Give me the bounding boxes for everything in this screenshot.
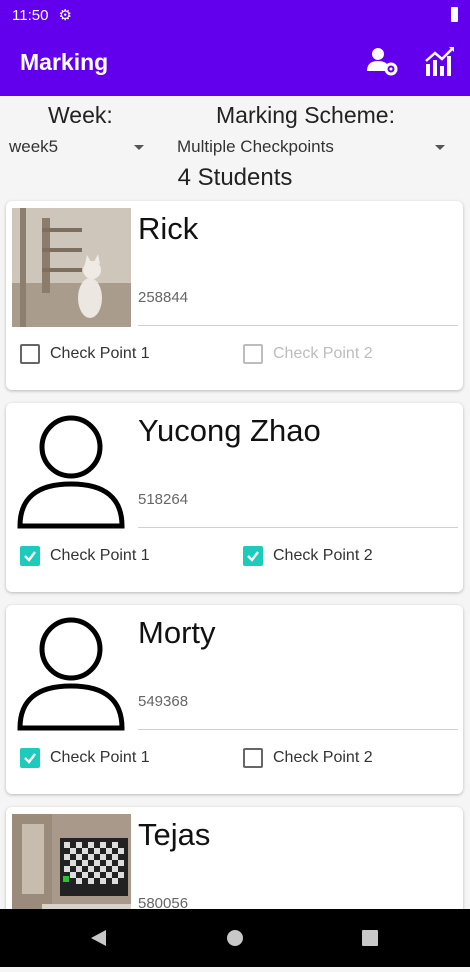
system-navigation-bar: [0, 909, 470, 967]
check-icon: [20, 748, 40, 768]
divider: [138, 325, 458, 326]
student-id: 258844: [138, 289, 189, 306]
student-id: 518264: [138, 491, 189, 508]
checkpoint-label: Check Point 2: [273, 547, 373, 564]
check-icon: [243, 546, 263, 566]
dropdown-arrow-icon: [435, 145, 445, 150]
student-name: Morty: [138, 615, 216, 650]
week-label: Week:: [48, 102, 113, 128]
week-value: week5: [9, 137, 59, 156]
student-count: 4 Students: [177, 164, 293, 191]
page-title: Marking: [20, 49, 109, 75]
student-card[interactable]: Yucong Zhao 518264 Check Point 1 Check P…: [6, 403, 463, 592]
student-name: Tejas: [138, 817, 211, 852]
checkbox-icon: [243, 344, 263, 364]
home-icon: [227, 930, 243, 946]
home-button[interactable]: [205, 909, 265, 967]
recents-button[interactable]: [340, 909, 400, 967]
student-id: 549368: [138, 693, 189, 710]
checkpoint-label: Check Point 1: [50, 547, 150, 564]
week-dropdown[interactable]: week5: [0, 132, 155, 160]
status-bar: 11:50 ⚙: [0, 0, 470, 30]
student-photo: [12, 208, 131, 327]
marking-scheme-value: Multiple Checkpoints: [177, 137, 334, 156]
checkpoint-label: Check Point 2: [273, 749, 373, 766]
person-outline-icon: [17, 415, 125, 529]
dropdown-arrow-icon: [134, 145, 144, 150]
divider: [138, 729, 458, 730]
checkpoint-2-checkbox[interactable]: Check Point 2: [243, 344, 373, 364]
app-bar: Marking: [0, 30, 470, 96]
status-time: 11:50: [12, 6, 49, 24]
settings-icon: ⚙: [58, 7, 72, 24]
checkpoint-label: Check Point 2: [273, 345, 373, 362]
person-outline-icon: [17, 617, 125, 731]
filters: Week: week5 Marking Scheme: Multiple Che…: [0, 96, 470, 196]
divider: [138, 527, 458, 528]
statistics-icon[interactable]: [422, 44, 458, 80]
manage-users-icon[interactable]: [364, 44, 400, 80]
back-icon: [91, 930, 106, 946]
recents-icon: [362, 930, 378, 946]
checkpoint-1-checkbox[interactable]: Check Point 1: [20, 546, 150, 566]
checkpoint-2-checkbox[interactable]: Check Point 2: [243, 546, 373, 566]
checkpoint-label: Check Point 1: [50, 345, 150, 362]
back-button[interactable]: [68, 909, 128, 967]
student-name: Rick: [138, 211, 199, 246]
checkpoint-1-checkbox[interactable]: Check Point 1: [20, 344, 150, 364]
student-card[interactable]: Rick 258844 Check Point 1 Check Point 2: [6, 201, 463, 390]
checkbox-icon: [243, 748, 263, 768]
marking-scheme-dropdown[interactable]: Multiple Checkpoints: [170, 132, 460, 160]
checkpoint-1-checkbox[interactable]: Check Point 1: [20, 748, 150, 768]
check-icon: [20, 546, 40, 566]
checkpoint-2-checkbox[interactable]: Check Point 2: [243, 748, 373, 768]
student-card[interactable]: Morty 549368 Check Point 1 Check Point 2: [6, 605, 463, 794]
battery-icon: [451, 7, 458, 22]
student-name: Yucong Zhao: [138, 413, 321, 448]
checkbox-icon: [20, 344, 40, 364]
checkpoint-label: Check Point 1: [50, 749, 150, 766]
marking-scheme-label: Marking Scheme:: [216, 102, 395, 128]
